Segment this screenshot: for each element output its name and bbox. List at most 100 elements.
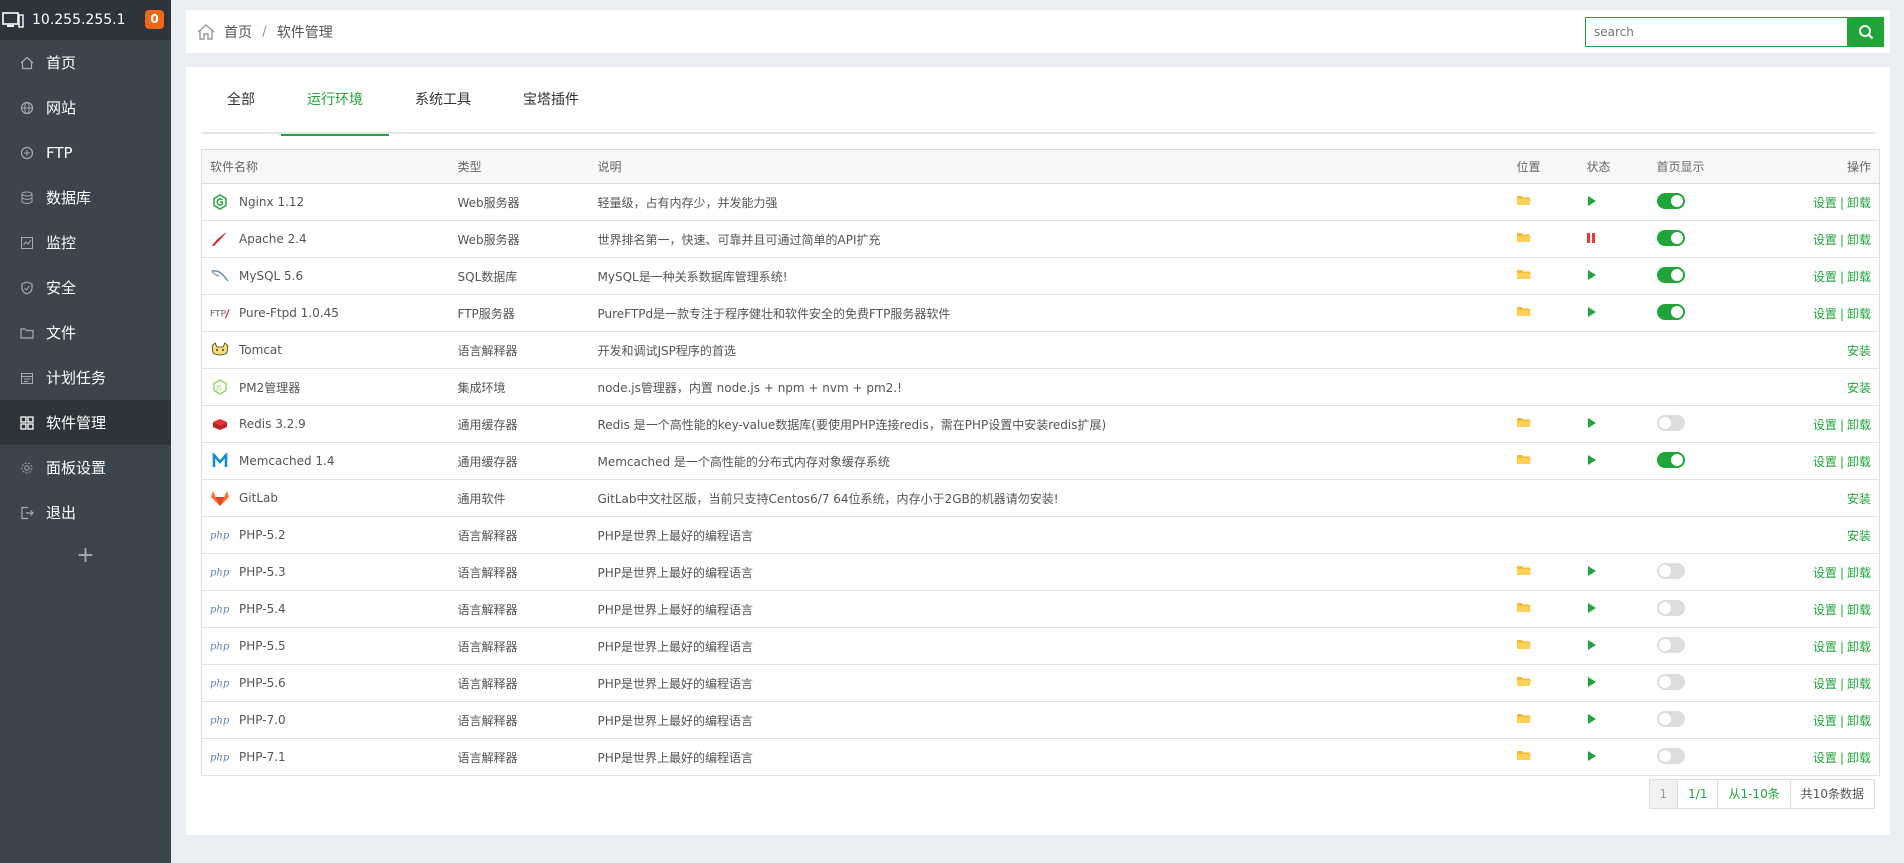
software-name-cell: JS PM2管理器: [201, 368, 450, 406]
uninstall-link[interactable]: 卸载: [1847, 307, 1871, 321]
uninstall-link[interactable]: 卸载: [1847, 677, 1871, 691]
notification-badge[interactable]: 0: [145, 10, 164, 29]
software-name: PHP-5.5: [239, 639, 286, 653]
open-folder-icon[interactable]: [1516, 602, 1531, 612]
home-display-toggle[interactable]: [1656, 599, 1685, 616]
open-folder-icon[interactable]: [1516, 713, 1531, 723]
sidebar-item-globe[interactable]: 网站: [0, 85, 171, 130]
software-description: PHP是世界上最好的编程语言: [589, 553, 1509, 591]
category-tabs: 全部 运行环境 系统工具 宝塔插件: [201, 79, 1875, 136]
sidebar-item-folder[interactable]: 文件: [0, 310, 171, 355]
running-play-icon[interactable]: [1587, 713, 1597, 727]
install-link[interactable]: 安装: [1847, 492, 1871, 506]
uninstall-link[interactable]: 卸载: [1847, 418, 1871, 432]
settings-link[interactable]: 设置: [1813, 418, 1837, 432]
home-display-toggle[interactable]: [1656, 710, 1685, 727]
pager-current-page[interactable]: 1: [1649, 780, 1678, 808]
home-display-toggle[interactable]: [1656, 192, 1685, 209]
home-display-toggle[interactable]: [1656, 414, 1685, 431]
settings-link[interactable]: 设置: [1813, 603, 1837, 617]
uninstall-link[interactable]: 卸载: [1847, 455, 1871, 469]
tab-1[interactable]: 运行环境: [281, 79, 389, 136]
running-play-icon[interactable]: [1587, 565, 1597, 579]
table-row: JS PM2管理器 集成环境 node.js管理器，内置 node.js + npm …: [201, 368, 1880, 406]
settings-link[interactable]: 设置: [1813, 455, 1837, 469]
open-folder-icon[interactable]: [1516, 565, 1531, 575]
home-display-toggle[interactable]: [1656, 451, 1685, 468]
home-display-toggle[interactable]: [1656, 673, 1685, 690]
open-folder-icon[interactable]: [1516, 417, 1531, 427]
settings-link[interactable]: 设置: [1813, 196, 1837, 210]
running-play-icon[interactable]: [1587, 269, 1597, 283]
open-folder-icon[interactable]: [1516, 269, 1531, 279]
open-folder-icon[interactable]: [1516, 195, 1531, 205]
settings-link[interactable]: 设置: [1813, 714, 1837, 728]
running-play-icon[interactable]: [1587, 602, 1597, 616]
open-folder-icon[interactable]: [1516, 676, 1531, 686]
uninstall-link[interactable]: 卸载: [1847, 233, 1871, 247]
open-folder-icon[interactable]: [1516, 454, 1531, 464]
uninstall-link[interactable]: 卸载: [1847, 640, 1871, 654]
install-link[interactable]: 安装: [1847, 381, 1871, 395]
running-play-icon[interactable]: [1587, 454, 1597, 468]
running-play-icon[interactable]: [1587, 750, 1597, 764]
sidebar-item-calendar[interactable]: 计划任务: [0, 355, 171, 400]
open-folder-icon[interactable]: [1516, 750, 1531, 760]
settings-link[interactable]: 设置: [1813, 566, 1837, 580]
home-display-toggle[interactable]: [1656, 266, 1685, 283]
sidebar-item-shield[interactable]: 安全: [0, 265, 171, 310]
running-play-icon[interactable]: [1587, 195, 1597, 209]
pager-pages: 1/1: [1677, 780, 1717, 808]
sidebar-item-home[interactable]: 首页: [0, 40, 171, 85]
install-link[interactable]: 安装: [1847, 529, 1871, 543]
sidebar-item-monitor[interactable]: 监控: [0, 220, 171, 265]
sidebar-item-logout[interactable]: 退出: [0, 490, 171, 535]
open-folder-icon[interactable]: [1516, 306, 1531, 316]
location-cell: [1508, 701, 1579, 739]
settings-link[interactable]: 设置: [1813, 307, 1837, 321]
settings-link[interactable]: 设置: [1813, 270, 1837, 284]
software-description: PHP是世界上最好的编程语言: [589, 701, 1509, 739]
home-display-toggle[interactable]: [1656, 562, 1685, 579]
tab-2[interactable]: 系统工具: [389, 79, 497, 134]
sidebar-item-gear[interactable]: 面板设置: [0, 445, 171, 490]
search-button[interactable]: [1847, 17, 1884, 47]
home-display-toggle[interactable]: [1656, 303, 1685, 320]
uninstall-link[interactable]: 卸载: [1847, 196, 1871, 210]
uninstall-link[interactable]: 卸载: [1847, 603, 1871, 617]
col-type: 类型: [449, 149, 590, 184]
status-cell: [1578, 405, 1649, 443]
sidebar-item-grid[interactable]: 软件管理: [0, 400, 171, 445]
software-type: 语言解释器: [449, 590, 590, 628]
sidebar-item-database[interactable]: 数据库: [0, 175, 171, 220]
uninstall-link[interactable]: 卸载: [1847, 270, 1871, 284]
breadcrumb-home[interactable]: 首页: [224, 22, 252, 42]
search-input[interactable]: [1585, 17, 1847, 47]
running-play-icon[interactable]: [1587, 676, 1597, 690]
col-actions: 操作: [1738, 149, 1880, 184]
running-play-icon[interactable]: [1587, 306, 1597, 320]
settings-link[interactable]: 设置: [1813, 751, 1837, 765]
uninstall-link[interactable]: 卸载: [1847, 751, 1871, 765]
stopped-pause-icon[interactable]: [1586, 232, 1595, 246]
tab-0[interactable]: 全部: [201, 79, 281, 134]
uninstall-link[interactable]: 卸载: [1847, 714, 1871, 728]
sidebar-item-ftp[interactable]: FTP: [0, 130, 171, 175]
action-separator: |: [1839, 565, 1844, 580]
settings-link[interactable]: 设置: [1813, 233, 1837, 247]
home-display-toggle[interactable]: [1656, 747, 1685, 764]
running-play-icon[interactable]: [1587, 417, 1597, 431]
home-icon[interactable]: [196, 22, 216, 42]
install-link[interactable]: 安装: [1847, 344, 1871, 358]
home-display-toggle[interactable]: [1656, 636, 1685, 653]
uninstall-link[interactable]: 卸载: [1847, 566, 1871, 580]
running-play-icon[interactable]: [1587, 639, 1597, 653]
home-display-cell: [1648, 183, 1739, 221]
settings-link[interactable]: 设置: [1813, 640, 1837, 654]
home-display-toggle[interactable]: [1656, 229, 1685, 246]
open-folder-icon[interactable]: [1516, 639, 1531, 649]
tab-3[interactable]: 宝塔插件: [497, 79, 605, 134]
open-folder-icon[interactable]: [1516, 232, 1531, 242]
settings-link[interactable]: 设置: [1813, 677, 1837, 691]
add-menu-button[interactable]: +: [0, 543, 171, 568]
